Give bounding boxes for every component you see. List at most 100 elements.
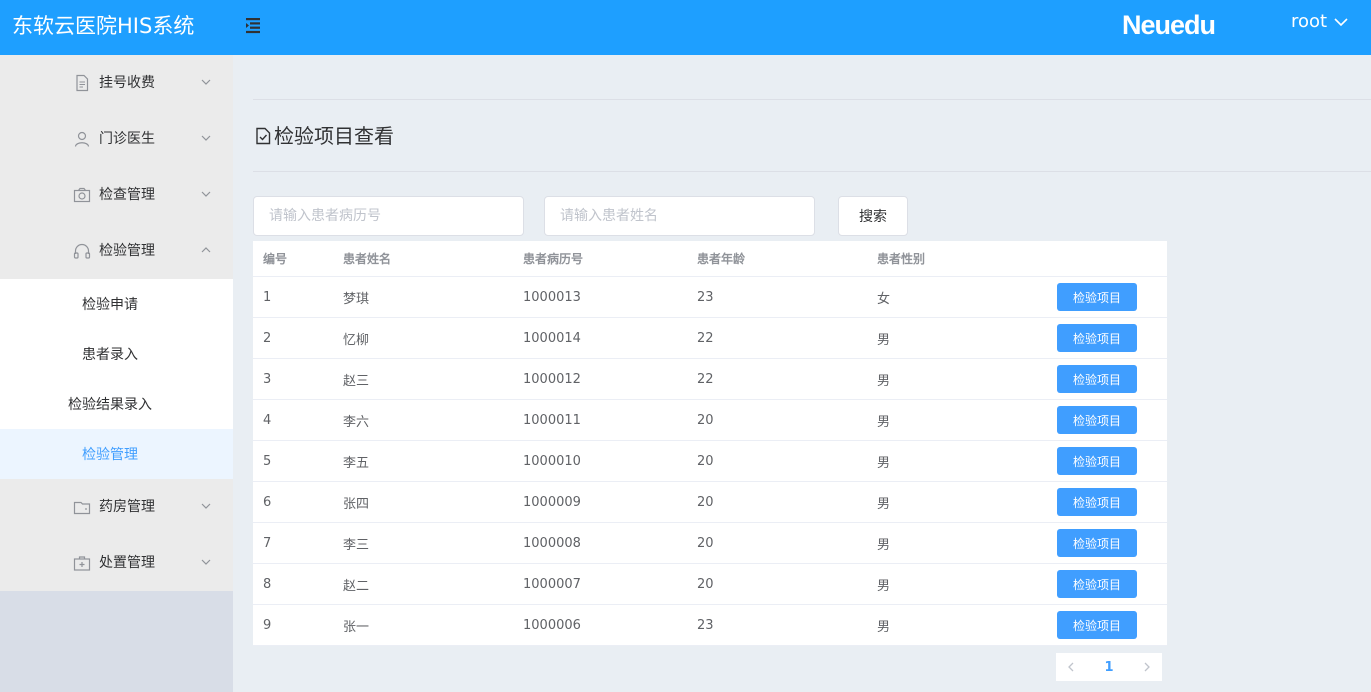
page-title-text: 检验项目查看 [274, 124, 394, 148]
top-divider [253, 99, 1371, 100]
chevron-down-icon [201, 559, 211, 565]
cell-age: 20 [697, 576, 714, 592]
cell-age: 22 [697, 330, 714, 346]
cell-record: 1000008 [523, 535, 581, 551]
wallet-icon [73, 501, 91, 515]
patient-name-input[interactable] [544, 196, 815, 236]
cell-name: 李三 [343, 537, 370, 553]
cell-name: 赵二 [343, 578, 370, 594]
lab-items-button[interactable]: 检验项目 [1057, 283, 1137, 311]
cell-record: 1000014 [523, 330, 581, 346]
sidebar-group-label: 检验管理 [99, 243, 155, 259]
cell-name: 梦琪 [343, 291, 370, 307]
sidebar-item-patient-entry[interactable]: 患者录入 [0, 329, 233, 379]
sidebar-item-label: 患者录入 [82, 347, 138, 363]
column-header-record: 患者病历号 [523, 252, 584, 266]
table-row: 2 忆柳 1000014 22 男 检验项目 [253, 318, 1167, 359]
column-header-name: 患者姓名 [343, 252, 392, 266]
lab-items-button[interactable]: 检验项目 [1057, 447, 1137, 475]
sidebar-group-pharmacy[interactable]: 药房管理 [0, 479, 233, 535]
table-header: 编号 患者姓名 患者病历号 患者年龄 患者性别 [253, 241, 1167, 277]
chevron-down-icon [1334, 18, 1348, 27]
cell-name: 李六 [343, 414, 370, 430]
sidebar-group-label: 门诊医生 [99, 131, 155, 147]
sidebar-group-label: 检查管理 [99, 187, 155, 203]
page-number[interactable]: 1 [1086, 660, 1132, 675]
sidebar-item-label: 检验结果录入 [68, 397, 152, 413]
cell-gender: 男 [877, 537, 891, 553]
lab-items-button[interactable]: 检验项目 [1057, 488, 1137, 516]
cell-name: 张一 [343, 619, 370, 635]
chevron-down-icon [201, 79, 211, 85]
sidebar-group-registration[interactable]: 挂号收费 [0, 55, 233, 111]
user-icon [74, 131, 90, 147]
column-header-age: 患者年龄 [697, 252, 746, 266]
table-row: 9 张一 1000006 23 男 检验项目 [253, 605, 1167, 646]
document-icon [76, 74, 89, 92]
sidebar-group-examination[interactable]: 检查管理 [0, 167, 233, 223]
document-check-icon [256, 127, 271, 145]
cell-record: 1000009 [523, 494, 581, 510]
table-row: 8 赵二 1000007 20 男 检验项目 [253, 564, 1167, 605]
table-row: 6 张四 1000009 20 男 检验项目 [253, 482, 1167, 523]
sidebar-group-label: 挂号收费 [99, 75, 155, 91]
cell-age: 20 [697, 453, 714, 469]
sidebar-item-lab-request[interactable]: 检验申请 [0, 279, 233, 329]
cell-age: 20 [697, 412, 714, 428]
cell-record: 1000011 [523, 412, 581, 428]
cell-name: 张四 [343, 496, 370, 512]
cell-id: 6 [263, 494, 272, 510]
table-row: 4 李六 1000011 20 男 检验项目 [253, 400, 1167, 441]
column-header-gender: 患者性别 [877, 252, 926, 266]
cell-name: 李五 [343, 455, 370, 471]
sidebar-group-treatment[interactable]: 处置管理 [0, 535, 233, 591]
cell-age: 20 [697, 494, 714, 510]
chevron-right-icon[interactable] [1132, 653, 1162, 681]
sidebar-item-label: 检验申请 [82, 297, 138, 313]
sidebar-group-lab-test[interactable]: 检验管理 [0, 223, 233, 279]
lab-items-button[interactable]: 检验项目 [1057, 324, 1137, 352]
brand-logo: Neuedu [1122, 10, 1216, 40]
user-menu[interactable]: root [1291, 10, 1349, 34]
app-title: 东软云医院HIS系统 [12, 14, 195, 38]
lab-items-button[interactable]: 检验项目 [1057, 529, 1137, 557]
cell-gender: 男 [877, 578, 891, 594]
cell-id: 4 [263, 412, 272, 428]
cell-age: 20 [697, 535, 714, 551]
cell-record: 1000006 [523, 617, 581, 633]
table-row: 1 梦琪 1000013 23 女 检验项目 [253, 277, 1167, 318]
title-divider [253, 171, 1371, 172]
lab-items-button[interactable]: 检验项目 [1057, 611, 1137, 639]
sidebar-group-outpatient-doctor[interactable]: 门诊医生 [0, 111, 233, 167]
table-row: 7 李三 1000008 20 男 检验项目 [253, 523, 1167, 564]
lab-items-button[interactable]: 检验项目 [1057, 406, 1137, 434]
column-header-id: 编号 [263, 252, 288, 266]
headphones-icon [73, 243, 91, 259]
sidebar-group-label: 处置管理 [99, 555, 155, 571]
sidebar-group-label: 药房管理 [99, 499, 155, 515]
cell-record: 1000012 [523, 371, 581, 387]
sidebar-item-lab-result-entry[interactable]: 检验结果录入 [0, 379, 233, 429]
chevron-up-icon [201, 247, 211, 253]
chevron-down-icon [201, 191, 211, 197]
cell-record: 1000007 [523, 576, 581, 592]
chevron-left-icon[interactable] [1056, 653, 1086, 681]
cell-gender: 女 [877, 291, 891, 307]
cell-id: 3 [263, 371, 272, 387]
search-button[interactable]: 搜索 [838, 196, 908, 236]
cell-id: 1 [263, 289, 272, 305]
user-name: root [1291, 11, 1328, 32]
cell-record: 1000013 [523, 289, 581, 305]
record-number-input[interactable] [253, 196, 524, 236]
cell-id: 5 [263, 453, 272, 469]
cell-gender: 男 [877, 332, 891, 348]
menu-toggle-icon[interactable] [243, 15, 263, 35]
sidebar-item-lab-management[interactable]: 检验管理 [0, 429, 233, 479]
cell-age: 23 [697, 289, 714, 305]
cell-id: 7 [263, 535, 272, 551]
lab-items-button[interactable]: 检验项目 [1057, 365, 1137, 393]
cell-name: 赵三 [343, 373, 370, 389]
lab-items-button[interactable]: 检验项目 [1057, 570, 1137, 598]
cell-id: 8 [263, 576, 272, 592]
cell-id: 2 [263, 330, 272, 346]
